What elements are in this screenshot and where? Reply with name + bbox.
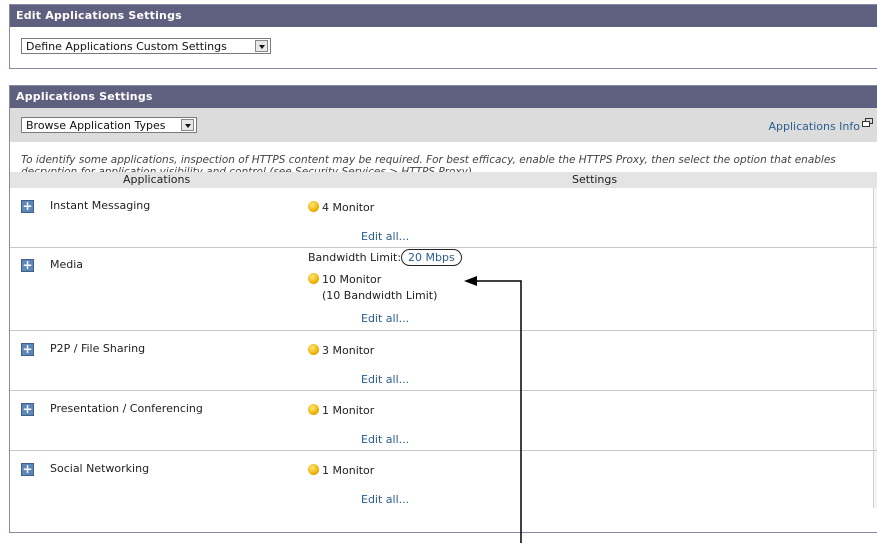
callout-arrow bbox=[464, 276, 522, 543]
